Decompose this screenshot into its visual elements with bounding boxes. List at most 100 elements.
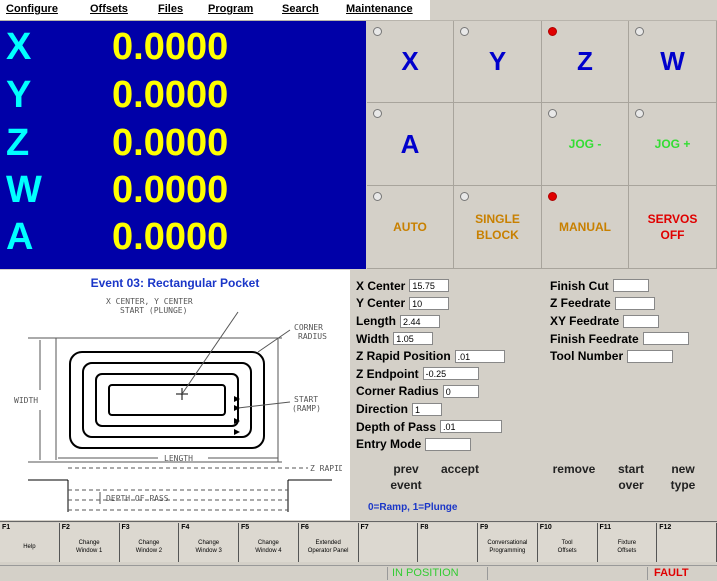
function-key-number: F10 — [539, 524, 552, 531]
function-key-number: F2 — [61, 524, 70, 531]
function-key-number: F6 — [300, 524, 309, 531]
jog-button[interactable]: JOG - — [542, 103, 629, 186]
function-key-number: F8 — [420, 524, 429, 531]
jog-button[interactable]: JOG + — [629, 103, 717, 186]
x-button[interactable]: X — [367, 21, 454, 103]
axis-position: 0.0000 — [112, 122, 229, 164]
param-row-direction: Direction 1 — [356, 400, 443, 417]
param-row-corner-radius: Corner Radius 0 — [356, 383, 479, 399]
remove-button[interactable]: remove — [548, 461, 600, 477]
param-input[interactable]: 0 — [442, 384, 479, 398]
entry-mode-hint: 0=Ramp, 1=Plunge — [368, 502, 458, 513]
param-label: Depth of Pass — [356, 419, 437, 434]
function-key-f8[interactable]: F8 — [418, 523, 478, 562]
param-row-z-rapid-position: Z Rapid Position .01 — [356, 347, 505, 363]
function-key-f6[interactable]: F6 Extended Operator Panel — [298, 523, 359, 562]
param-row-width: Width 1.05 — [356, 330, 434, 346]
diagram-label-start-plunge: START (PLUNGE) — [120, 306, 187, 315]
param-label: Z Rapid Position — [356, 349, 451, 364]
param-input[interactable] — [627, 349, 674, 363]
param-input[interactable]: 2.44 — [400, 314, 440, 328]
function-key-f5[interactable]: F5 Change Window 4 — [239, 523, 299, 562]
function-key-number: F12 — [659, 524, 672, 531]
diagram-label-z-rapid: Z RAPID — [310, 464, 342, 473]
param-input[interactable] — [614, 296, 655, 310]
param-input[interactable]: 10 — [409, 296, 450, 310]
param-row-finish-cut: Finish Cut — [550, 277, 649, 293]
param-label: Tool Number — [550, 349, 624, 364]
function-key-label: Change Window 1 — [75, 540, 103, 554]
button-label: JOG + — [654, 137, 691, 151]
param-label: Length — [356, 314, 396, 329]
menu-program[interactable]: Program — [208, 3, 253, 15]
button-label — [454, 103, 541, 185]
function-key-f1[interactable]: F1 Help — [0, 523, 60, 562]
param-label: Direction — [356, 402, 409, 417]
event-title: Event 03: Rectangular Pocket — [90, 276, 260, 290]
button-label: Y — [488, 46, 507, 76]
menu-bar-filler — [430, 0, 717, 20]
param-input[interactable] — [425, 437, 472, 451]
function-key-f2[interactable]: F2 Change Window 1 — [59, 523, 120, 562]
function-key-label — [657, 532, 716, 562]
y-button[interactable]: Y — [454, 21, 542, 103]
param-input[interactable] — [623, 314, 660, 328]
prev-event-button[interactable]: prev event — [382, 461, 430, 493]
diagram-label-ramp: (RAMP) — [292, 404, 321, 413]
auto-button[interactable]: AUTO — [367, 186, 454, 269]
start-over-button[interactable]: start over — [610, 461, 652, 493]
button-label: MANUAL — [559, 220, 611, 234]
axis-position: 0.0000 — [112, 74, 229, 116]
menu-configure[interactable]: Configure — [6, 3, 58, 15]
function-key-f10[interactable]: F10 Tool Offsets — [537, 523, 598, 562]
param-input[interactable]: .01 — [454, 349, 505, 363]
status-segment-empty — [0, 567, 388, 580]
diagram-label-radius: RADIUS — [298, 332, 327, 341]
menu-maintenance[interactable]: Maintenance — [346, 3, 413, 15]
diagram-label-length: LENGTH — [164, 454, 193, 463]
function-key-f12[interactable]: F12 — [657, 523, 717, 562]
function-key-number: F4 — [181, 524, 190, 531]
param-input[interactable] — [612, 279, 649, 293]
param-input[interactable]: 1 — [412, 402, 443, 416]
param-row-depth-of-pass: Depth of Pass .01 — [356, 418, 503, 434]
function-key-f11[interactable]: F11 Fixture Offsets — [597, 523, 658, 562]
param-input[interactable]: .01 — [440, 420, 503, 434]
param-input[interactable]: 15.75 — [409, 279, 450, 293]
function-key-number: F7 — [360, 524, 369, 531]
function-key-number: F11 — [599, 524, 612, 531]
param-label: X Center — [356, 278, 406, 293]
axis-letter: Y — [6, 74, 32, 116]
w-button[interactable]: W — [629, 21, 717, 103]
axis-row-y: Y 0.0000 — [0, 73, 366, 117]
param-input[interactable] — [642, 332, 689, 346]
function-key-f3[interactable]: F3 Change Window 2 — [119, 523, 180, 562]
menu-files[interactable]: Files — [158, 3, 183, 15]
axis-readout-panel: X 0.0000 Y 0.0000 Z 0.0000 W 0.0000 A 0.… — [0, 21, 366, 269]
function-key-f9[interactable]: F9 Conversational Programming — [478, 523, 538, 562]
manual-button[interactable]: MANUAL — [542, 186, 629, 269]
status-bar: IN POSITION FAULT — [0, 565, 717, 581]
menu-bar: Configure Offsets Files Program Search M… — [0, 0, 717, 21]
a-button[interactable]: A — [367, 103, 454, 186]
button-label: W — [660, 46, 685, 76]
param-label: Entry Mode — [356, 437, 422, 452]
param-row-y-center: Y Center 10 — [356, 295, 450, 311]
param-row-finish-feedrate: Finish Feedrate — [550, 330, 689, 346]
servos-off-button[interactable]: SERVOS OFF — [629, 186, 717, 269]
single-block-button[interactable]: SINGLE BLOCK — [454, 186, 542, 269]
param-input[interactable]: 1.05 — [393, 332, 434, 346]
function-key-label — [418, 532, 477, 562]
param-input[interactable]: -0.25 — [422, 367, 479, 381]
new-type-button[interactable]: new type — [662, 461, 704, 493]
axis-row-x: X 0.0000 — [0, 25, 366, 69]
menu-offsets[interactable]: Offsets — [90, 3, 128, 15]
button-label: JOG - — [568, 137, 602, 151]
accept-button[interactable]: accept — [434, 461, 486, 477]
param-row-xy-feedrate: XY Feedrate — [550, 312, 660, 328]
function-key-f7[interactable]: F7 — [358, 523, 419, 562]
z-button[interactable]: Z — [542, 21, 629, 103]
button-label: Z — [577, 46, 593, 76]
function-key-f4[interactable]: F4 Change Window 3 — [179, 523, 239, 562]
menu-search[interactable]: Search — [282, 3, 319, 15]
